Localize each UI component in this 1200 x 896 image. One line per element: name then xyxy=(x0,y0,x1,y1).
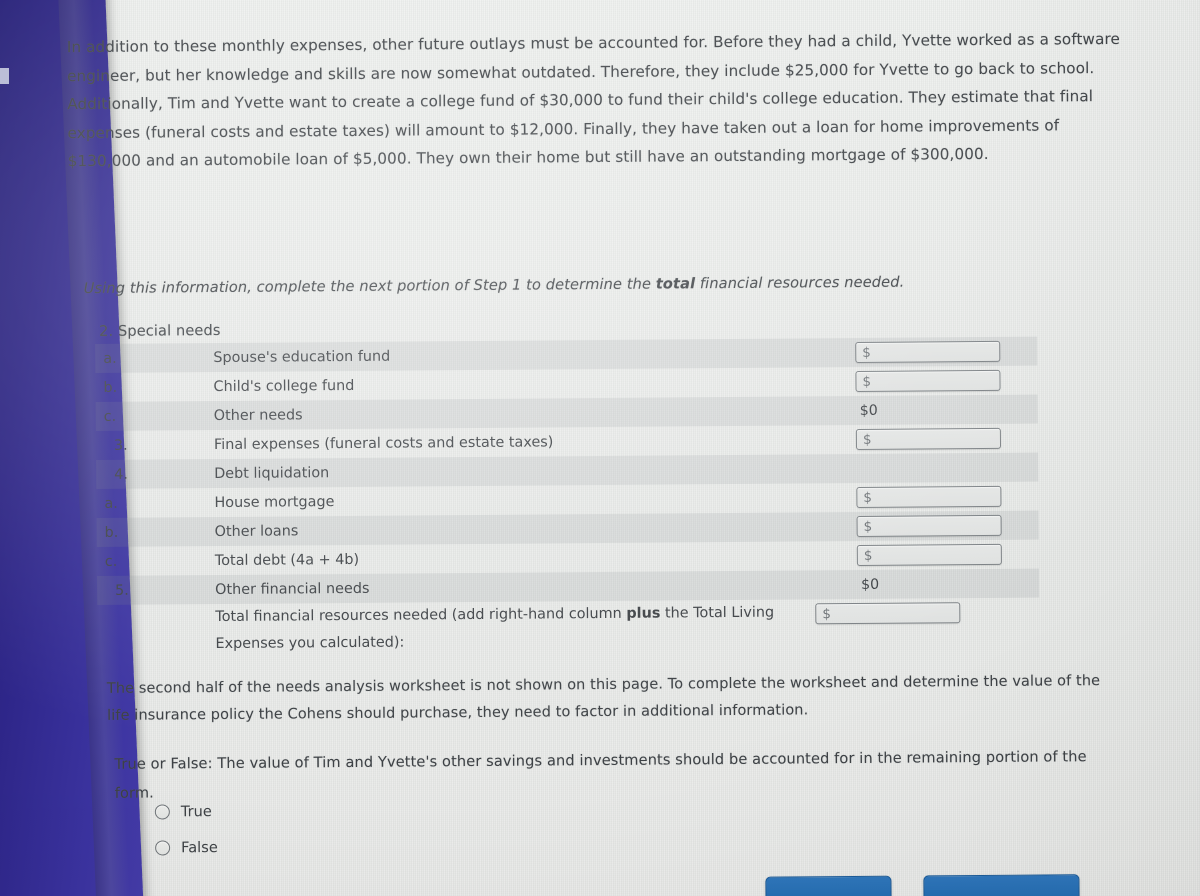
needs-analysis-worksheet: a. Spouse's education fund $ b. Child's coll… xyxy=(95,336,1040,659)
radio-option-false[interactable]: False xyxy=(155,829,218,865)
worksheet-row-label: Debt liquidation xyxy=(214,464,330,482)
page-content: In addition to these monthly expenses, o… xyxy=(0,0,1200,896)
dollar-sign-icon: $ xyxy=(822,605,831,622)
worksheet-row-label: Final expenses (funeral costs and estate… xyxy=(213,433,554,453)
dollar-sign-icon: $ xyxy=(862,431,872,448)
instruction-text-after: financial resources needed. xyxy=(695,273,905,293)
computed-value: $0 xyxy=(861,576,880,593)
total-row-index xyxy=(97,604,215,605)
money-input[interactable]: $ xyxy=(856,543,1002,566)
radio-circle-icon[interactable] xyxy=(155,839,171,856)
secondary-action-button[interactable] xyxy=(923,874,1080,896)
money-input[interactable]: $ xyxy=(856,514,1002,537)
money-input[interactable]: $ xyxy=(855,340,1001,363)
worksheet-rows: a. Spouse's education fund $ b. Child's coll… xyxy=(95,336,1040,605)
worksheet-row-index: 4. xyxy=(114,466,128,483)
worksheet-row-value-cell: $ xyxy=(856,485,1038,508)
money-input-field[interactable] xyxy=(870,342,1000,362)
worksheet-row-index: a. xyxy=(104,495,118,512)
dollar-sign-icon: $ xyxy=(863,489,873,506)
primary-action-button[interactable] xyxy=(765,875,892,896)
total-row-value-cell: $ xyxy=(815,598,997,625)
worksheet-row-label: Other needs xyxy=(213,406,303,424)
worksheet-row-label: Other financial needs xyxy=(215,580,370,598)
total-row-label: Total financial resources needed (add ri… xyxy=(215,599,815,658)
worksheet-row-index: 3. xyxy=(113,437,128,454)
worksheet-row-index: a. xyxy=(103,350,117,367)
instruction-text-bold: total xyxy=(655,275,696,293)
worksheet-row-label: Spouse's education fund xyxy=(213,348,391,366)
true-false-radio-group: True False xyxy=(154,793,218,865)
worksheet-row-value-cell: $ xyxy=(855,369,1037,392)
action-button-bar xyxy=(765,874,1080,896)
worksheet-row-value-cell xyxy=(856,467,1038,468)
followup-paragraph: The second half of the needs analysis wo… xyxy=(106,673,1101,724)
dollar-sign-icon: $ xyxy=(862,373,872,390)
worksheet-row-value-cell: $0 xyxy=(857,575,1039,592)
instruction-line: Using this information, complete the nex… xyxy=(84,268,944,303)
worksheet-row-index: 5. xyxy=(115,582,129,599)
money-input-field[interactable] xyxy=(872,545,1001,565)
worksheet-row-index: c. xyxy=(103,408,117,425)
worksheet-row-value-cell: $ xyxy=(855,340,1037,363)
money-input-field[interactable] xyxy=(871,487,1001,507)
worksheet-row-label: Total debt (4a + 4b) xyxy=(214,551,360,569)
total-resources-input[interactable]: $ xyxy=(815,602,961,625)
dollar-sign-icon: $ xyxy=(863,518,873,535)
money-input-field[interactable] xyxy=(871,371,1000,391)
instruction-text-before: Using this information, complete the nex… xyxy=(83,275,656,298)
money-input[interactable]: $ xyxy=(855,427,1002,450)
worksheet-row-value-cell: $0 xyxy=(856,401,1038,418)
total-resources-row: Total financial resources needed (add ri… xyxy=(97,598,1039,659)
money-input-field[interactable] xyxy=(872,516,1001,536)
worksheet-row-index: c. xyxy=(104,553,118,570)
radio-circle-icon[interactable] xyxy=(154,803,170,820)
section-heading: 2. Special needs xyxy=(99,321,221,340)
money-input-field[interactable] xyxy=(871,429,1001,449)
intro-paragraph: In addition to these monthly expenses, o… xyxy=(66,29,1120,171)
worksheet-row-index: b. xyxy=(104,524,119,541)
dollar-sign-icon: $ xyxy=(863,547,873,564)
worksheet-row-label: House mortgage xyxy=(214,493,335,511)
worksheet-row-value-cell: $ xyxy=(856,543,1039,566)
money-input[interactable]: $ xyxy=(856,485,1002,508)
worksheet-row-value-cell: $ xyxy=(856,514,1039,537)
total-row-label-bold: plus xyxy=(626,605,661,622)
photographed-screen: In addition to these monthly expenses, o… xyxy=(0,0,1200,896)
worksheet-row-value-cell: $ xyxy=(855,427,1038,450)
radio-option-label: False xyxy=(181,838,218,856)
total-resources-field[interactable] xyxy=(830,603,960,623)
worksheet-row-label: Other loans xyxy=(214,522,299,540)
radio-option-label: True xyxy=(180,802,212,820)
computed-value: $0 xyxy=(859,402,878,419)
money-input[interactable]: $ xyxy=(855,369,1001,392)
total-row-label-part1: Total financial resources needed (add ri… xyxy=(215,605,627,626)
worksheet-row-label: Child's college fund xyxy=(213,377,355,395)
radio-option-true[interactable]: True xyxy=(154,793,218,829)
worksheet-row-index: b. xyxy=(103,379,118,396)
true-false-question: True or False: The value of Tim and Yvet… xyxy=(114,748,1087,802)
dollar-sign-icon: $ xyxy=(862,344,871,361)
